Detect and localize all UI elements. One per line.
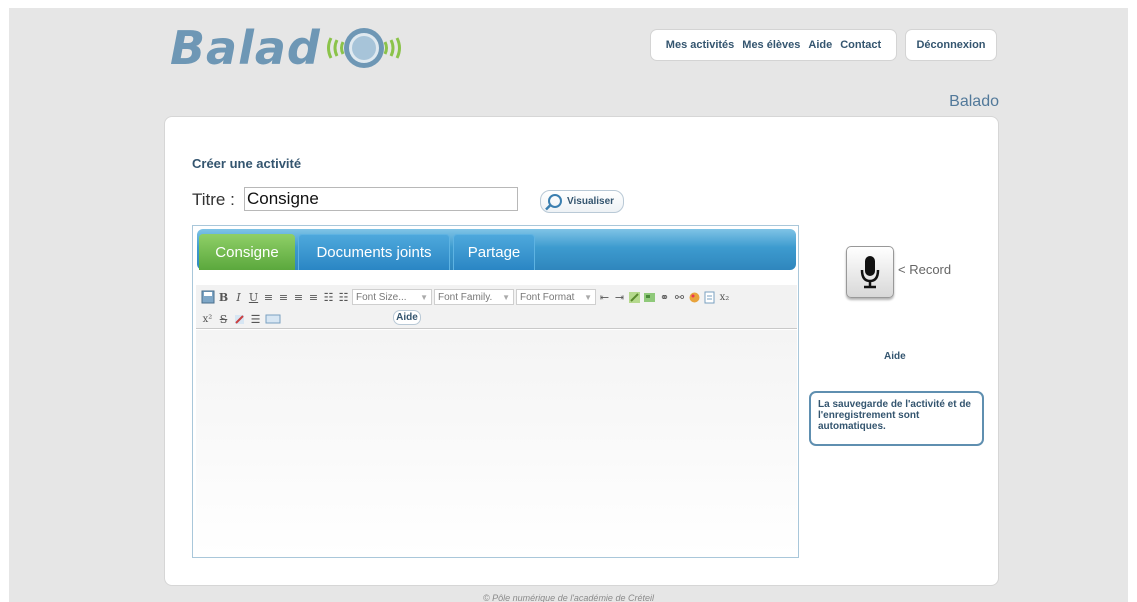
outdent-icon[interactable]: ⇤: [598, 291, 611, 304]
align-left-icon[interactable]: ≡: [262, 291, 275, 304]
chevron-down-icon: ▼: [584, 292, 592, 302]
horizontal-rule-icon[interactable]: ☰: [249, 313, 262, 326]
editor-content-area[interactable]: [196, 330, 797, 555]
font-size-select[interactable]: Font Size... ▼: [352, 289, 432, 305]
microphone-icon: [860, 256, 880, 289]
title-label: Titre :: [192, 190, 235, 209]
font-size-label: Font Size...: [356, 291, 407, 303]
color-icon[interactable]: [688, 291, 701, 304]
preview-button[interactable]: Visualiser: [540, 190, 624, 213]
underline-icon[interactable]: U: [247, 291, 260, 304]
page-icon[interactable]: [703, 291, 716, 304]
nav-aide[interactable]: Aide: [808, 39, 832, 51]
chevron-down-icon: ▼: [420, 292, 428, 302]
save-icon[interactable]: [201, 290, 215, 304]
logo[interactable]: Balad: [170, 18, 405, 78]
bold-icon[interactable]: B: [217, 291, 230, 304]
footer-copyright: © Pôle numérique de l'académie de Crétei…: [483, 593, 654, 602]
sidebar-help-link[interactable]: Aide: [884, 351, 906, 362]
magnifier-icon: [545, 193, 562, 210]
autosave-info-text: La sauvegarde de l'activité et de l'enre…: [818, 399, 971, 432]
subscript-icon[interactable]: x₂: [718, 291, 731, 304]
toolbar-row-1: B I U ≡ ≡ ≡ ≡ ☷ ☷ Font Size... ▼ Font Fam…: [201, 289, 731, 305]
preview-label: Visualiser: [567, 196, 615, 207]
nav-mes-eleves[interactable]: Mes élèves: [742, 39, 800, 51]
title-input[interactable]: [244, 187, 518, 211]
toolbar-help-button[interactable]: Aide: [393, 310, 421, 325]
font-format-label: Font Format: [520, 291, 575, 303]
strikethrough-icon[interactable]: S: [217, 313, 230, 326]
tab-documents-joints[interactable]: Documents joints: [298, 234, 450, 270]
nav-contact[interactable]: Contact: [840, 39, 881, 51]
logout-button[interactable]: Déconnexion: [905, 29, 997, 61]
font-family-label: Font Family.: [438, 291, 493, 303]
italic-icon[interactable]: I: [232, 291, 245, 304]
align-justify-icon[interactable]: ≡: [307, 291, 320, 304]
record-button[interactable]: [846, 246, 894, 298]
page-title: Créer une activité: [192, 156, 302, 171]
record-label: < Record: [898, 262, 952, 277]
chevron-down-icon: ▼: [502, 292, 510, 302]
logo-sound-icon: [326, 28, 401, 68]
unlink-icon[interactable]: ⚯: [673, 291, 686, 304]
ordered-list-icon[interactable]: ☷: [337, 291, 350, 304]
tab-consigne[interactable]: Consigne: [199, 234, 295, 270]
edit-icon[interactable]: [628, 291, 641, 304]
unordered-list-icon[interactable]: ☷: [322, 291, 335, 304]
link-icon[interactable]: ⚭: [658, 291, 671, 304]
nav-mes-activites[interactable]: Mes activités: [666, 39, 734, 51]
keyboard-icon[interactable]: [265, 313, 281, 325]
align-right-icon[interactable]: ≡: [292, 291, 305, 304]
font-family-select[interactable]: Font Family. ▼: [434, 289, 514, 305]
top-nav: Mes activités Mes élèves Aide Contact: [650, 29, 897, 61]
clear-format-icon[interactable]: [233, 313, 246, 326]
tab-partage[interactable]: Partage: [453, 234, 535, 270]
align-center-icon[interactable]: ≡: [277, 291, 290, 304]
site-name: Balado: [949, 93, 999, 110]
font-format-select[interactable]: Font Format ▼: [516, 289, 596, 305]
image-icon[interactable]: [643, 291, 656, 304]
indent-icon[interactable]: ⇥: [613, 291, 626, 304]
toolbar-row-2: x² S ☰: [201, 311, 281, 327]
superscript-icon[interactable]: x²: [201, 313, 214, 326]
autosave-info-box: La sauvegarde de l'activité et de l'enre…: [809, 391, 984, 446]
logo-text: Balad: [170, 21, 321, 75]
